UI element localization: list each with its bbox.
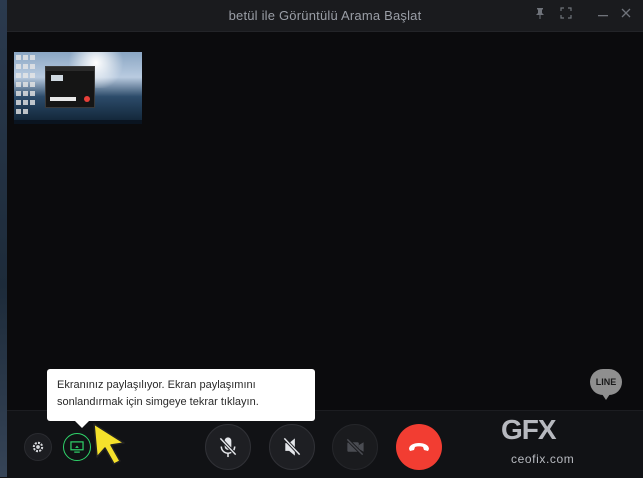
expand-icon[interactable] [557, 6, 575, 24]
desktop-icons [14, 52, 40, 124]
microphone-icon [219, 437, 237, 458]
tooltip-line-2: sonlandırmak için simgeye tekrar tıklayı… [57, 396, 259, 408]
pointer-cursor-icon [93, 423, 125, 465]
gear-icon [32, 441, 44, 453]
pin-icon[interactable] [531, 6, 549, 24]
speaker-button[interactable] [269, 424, 315, 470]
minimize-icon[interactable] [594, 6, 612, 24]
screen-share-icon [70, 441, 84, 453]
close-icon[interactable] [617, 6, 635, 24]
screen-share-tooltip: Ekranınız paylaşılıyor. Ekran paylaşımın… [47, 369, 315, 428]
mini-window [45, 66, 95, 108]
camera-off-icon [346, 438, 364, 456]
speaker-muted-icon [283, 437, 301, 456]
settings-button[interactable] [24, 433, 52, 461]
end-call-button[interactable] [396, 424, 442, 470]
screen-share-button[interactable] [63, 433, 91, 461]
video-button[interactable] [332, 424, 378, 470]
screen-share-preview[interactable] [14, 52, 142, 124]
desktop-background [0, 0, 7, 477]
watermark-logo: GFX [501, 414, 557, 445]
phone-hangup-icon [409, 443, 429, 451]
title-bar: betül ile Görüntülü Arama Başlat [7, 0, 643, 32]
line-logo: LINE [590, 369, 622, 400]
watermark: GFX ceofix.com [501, 414, 595, 466]
tooltip-line-1: Ekranınız paylaşılıyor. Ekran paylaşımın… [57, 379, 256, 391]
video-call-window: betül ile Görüntülü Arama Başlat LINE Ek… [7, 0, 643, 478]
microphone-button[interactable] [205, 424, 251, 470]
mini-taskbar [14, 120, 142, 124]
watermark-text: ceofix.com [511, 452, 575, 466]
